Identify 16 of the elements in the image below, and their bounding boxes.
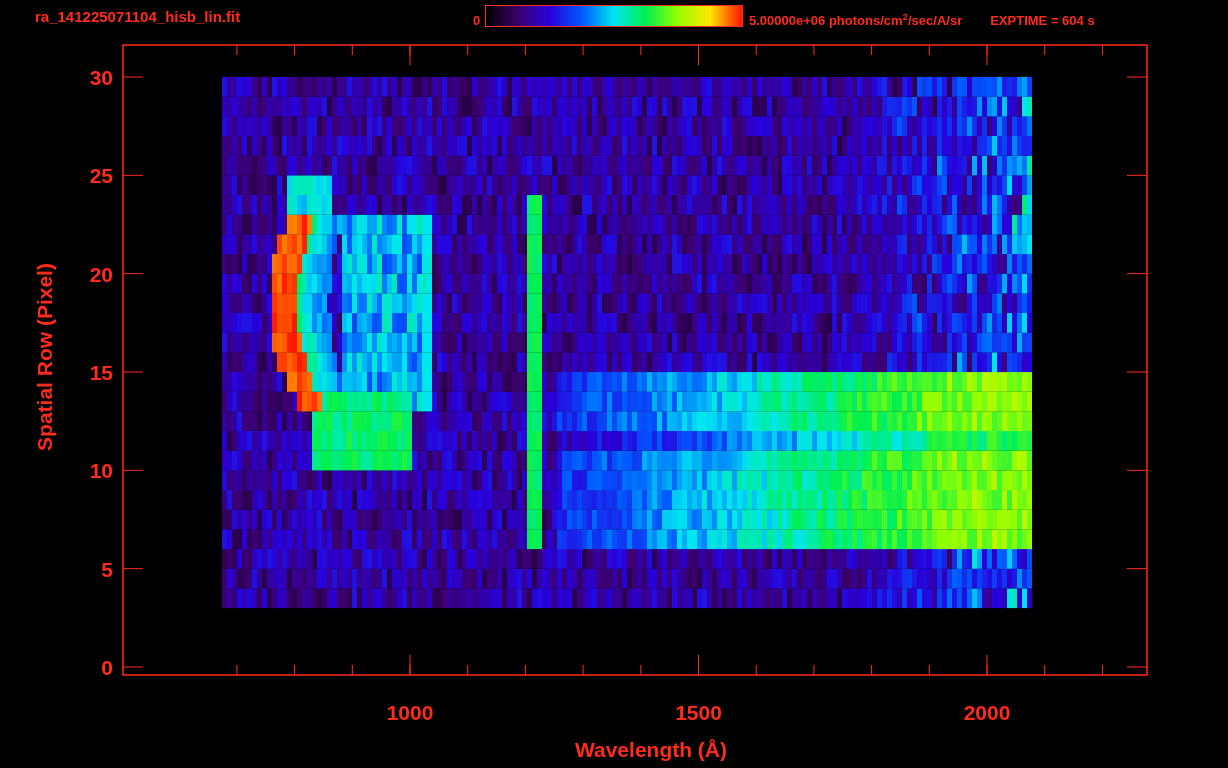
tick-label: 30 — [89, 66, 113, 89]
exposure-time: EXPTIME = 604 s — [990, 12, 1095, 30]
colorbar-max-label: 5.00000e+06 photons/cm$^{2}$/sec/A/sr — [749, 11, 963, 30]
tick-label: 25 — [89, 164, 113, 188]
axis-title: Wavelength (Å) — [574, 738, 728, 761]
file-title: ra_141225071104_hisb_lin.fit — [35, 7, 242, 27]
tick-label: 15 — [89, 361, 113, 384]
tick-label: 1500 — [675, 701, 722, 724]
tick-label: 0 — [101, 656, 113, 679]
tick-label: 5 — [101, 557, 113, 581]
tick-label: 20 — [89, 262, 113, 286]
tick-label: 2000 — [963, 701, 1011, 724]
colorbar-min-label: 0 — [473, 12, 482, 30]
tick-label: 10 — [89, 459, 113, 483]
tick-label: 1000 — [386, 701, 434, 724]
axis-title: Spatial Row (Pixel) — [33, 263, 56, 451]
